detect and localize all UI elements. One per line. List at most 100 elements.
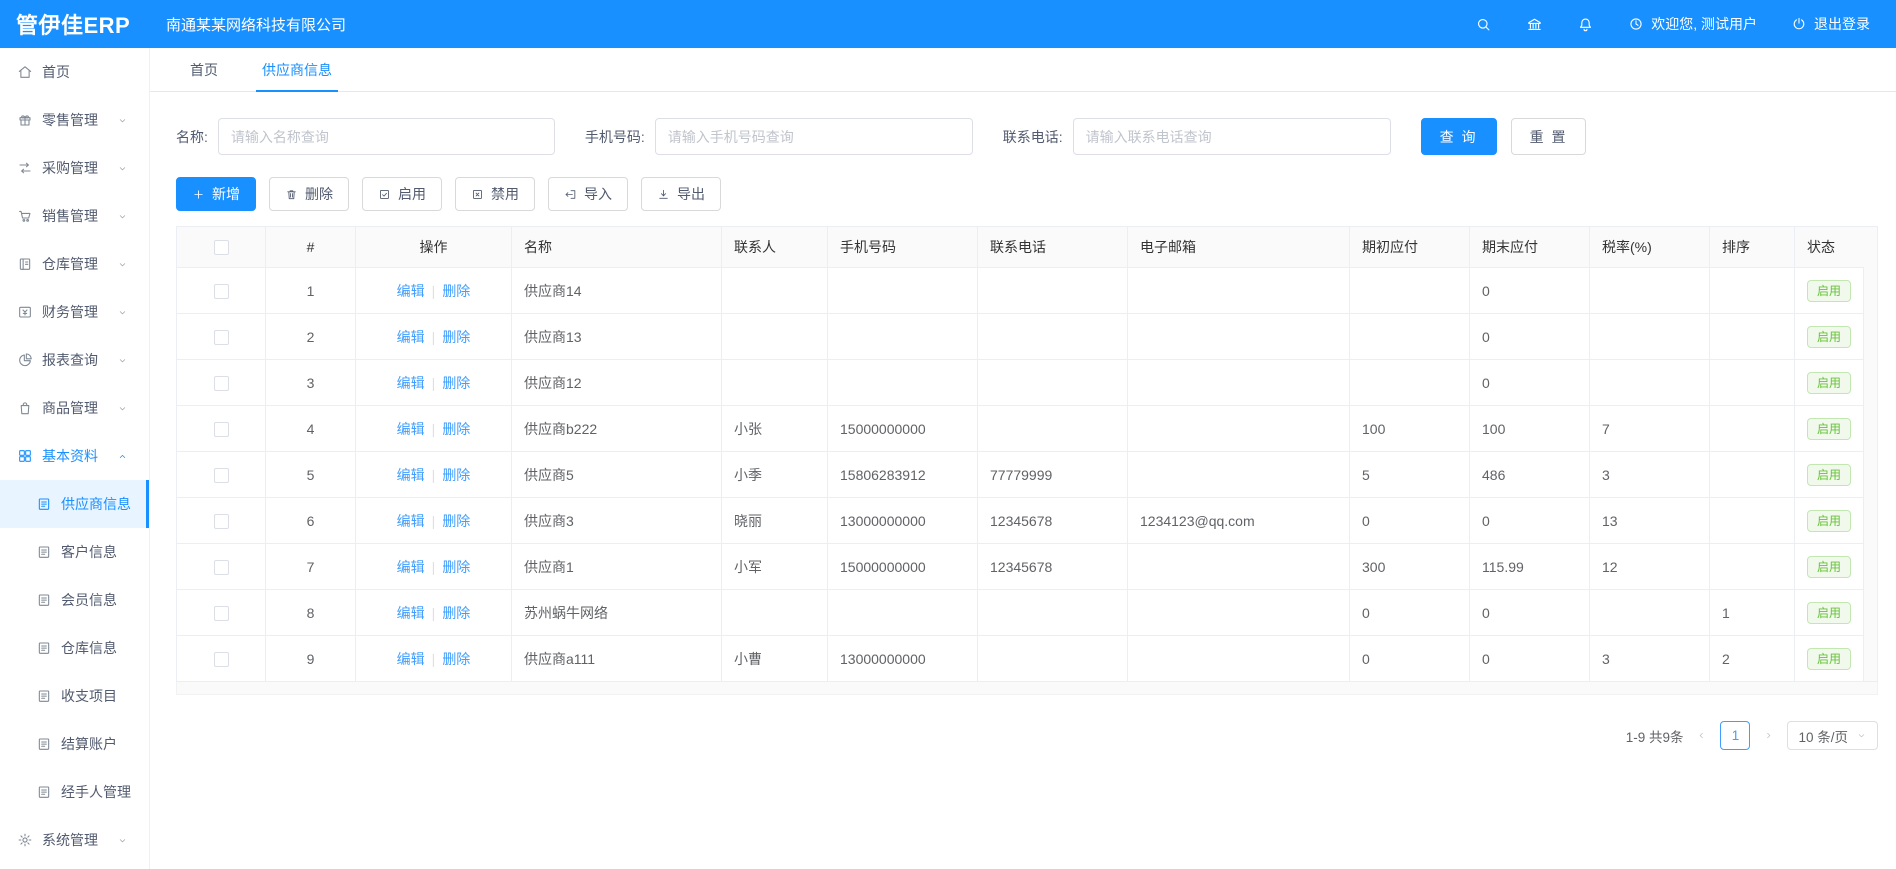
delete-link[interactable]: 删除 <box>442 421 470 437</box>
sidebar-item-3[interactable]: 销售管理 <box>0 192 149 240</box>
edit-link[interactable]: 编辑 <box>397 559 425 575</box>
row-checkbox[interactable] <box>214 330 229 345</box>
row-checkbox[interactable] <box>214 284 229 299</box>
edit-link[interactable]: 编辑 <box>397 329 425 345</box>
status-badge[interactable]: 启用 <box>1807 464 1851 486</box>
main-area: 首页供应商信息 名称:手机号码:联系电话:查 询重 置 新增删除启用禁用导入导出… <box>150 48 1896 869</box>
query-button[interactable]: 查 询 <box>1421 118 1497 155</box>
app-logo[interactable]: 管伊佳ERP <box>0 8 150 40</box>
status-badge[interactable]: 启用 <box>1807 602 1851 624</box>
logout-button[interactable]: 退出登录 <box>1791 14 1870 34</box>
delete-link[interactable]: 删除 <box>442 283 470 299</box>
search-input-0[interactable] <box>218 118 555 155</box>
sidebar-item-6[interactable]: 报表查询 <box>0 336 149 384</box>
row-checkbox[interactable] <box>214 376 229 391</box>
page-size-select[interactable]: 10 条/页 <box>1787 721 1878 750</box>
status-badge[interactable]: 启用 <box>1807 648 1851 670</box>
toolbar-button-label: 导出 <box>677 184 705 204</box>
cell-tel: 77779999 <box>978 452 1128 498</box>
edit-link[interactable]: 编辑 <box>397 421 425 437</box>
chevron-down-icon <box>117 211 128 222</box>
sidebar-item-2[interactable]: 采购管理 <box>0 144 149 192</box>
reset-button[interactable]: 重 置 <box>1511 118 1587 155</box>
edit-link[interactable]: 编辑 <box>397 467 425 483</box>
current-page-button[interactable]: 1 <box>1720 721 1750 750</box>
delete-link[interactable]: 删除 <box>442 329 470 345</box>
bank-icon[interactable] <box>1526 16 1543 33</box>
check-square-button[interactable]: 启用 <box>362 177 442 211</box>
search-icon[interactable] <box>1475 16 1492 33</box>
row-actions: 编辑|删除 <box>356 498 512 544</box>
row-checkbox[interactable] <box>214 422 229 437</box>
status-badge[interactable]: 启用 <box>1807 326 1851 348</box>
sidebar-item-11[interactable]: 会员信息 <box>0 576 149 624</box>
cell-email <box>1128 544 1350 590</box>
row-checkbox[interactable] <box>214 514 229 529</box>
sidebar-item-label: 系统管理 <box>42 830 98 850</box>
edit-link[interactable]: 编辑 <box>397 375 425 391</box>
welcome-text: 欢迎您, 测试用户 <box>1651 14 1757 34</box>
x-square-button[interactable]: 禁用 <box>455 177 535 211</box>
import-button[interactable]: 导入 <box>548 177 628 211</box>
sidebar-item-8[interactable]: 基本资料 <box>0 432 149 480</box>
sidebar-item-1[interactable]: 零售管理 <box>0 96 149 144</box>
trash-button[interactable]: 删除 <box>269 177 349 211</box>
vertical-scrollbar[interactable] <box>1863 267 1877 681</box>
sidebar-item-15[interactable]: 经手人管理 <box>0 768 149 816</box>
status-badge[interactable]: 启用 <box>1807 556 1851 578</box>
goods-icon <box>17 400 33 416</box>
sidebar-item-5[interactable]: 财务管理 <box>0 288 149 336</box>
export-button[interactable]: 导出 <box>641 177 721 211</box>
sidebar-item-14[interactable]: 结算账户 <box>0 720 149 768</box>
cell-email: 1234123@qq.com <box>1128 498 1350 544</box>
sidebar-item-0[interactable]: 首页 <box>0 48 149 96</box>
edit-link[interactable]: 编辑 <box>397 651 425 667</box>
delete-link[interactable]: 删除 <box>442 651 470 667</box>
search-field-label: 名称: <box>176 127 208 147</box>
cell-phone <box>828 590 978 636</box>
sidebar-item-12[interactable]: 仓库信息 <box>0 624 149 672</box>
delete-link[interactable]: 删除 <box>442 605 470 621</box>
row-checkbox[interactable] <box>214 468 229 483</box>
sidebar-item-9[interactable]: 供应商信息 <box>0 480 149 528</box>
column-header: 电子邮箱 <box>1128 227 1350 268</box>
status-badge[interactable]: 启用 <box>1807 372 1851 394</box>
chevron-down-icon <box>117 403 128 414</box>
sidebar-item-10[interactable]: 客户信息 <box>0 528 149 576</box>
prev-page-button[interactable] <box>1696 730 1707 741</box>
doc-icon <box>36 496 52 512</box>
plus-button[interactable]: 新增 <box>176 177 256 211</box>
welcome-user[interactable]: 欢迎您, 测试用户 <box>1628 14 1757 34</box>
supplier-table: #操作名称联系人手机号码联系电话电子邮箱期初应付期末应付税率(%)排序状态 1编… <box>176 226 1878 682</box>
select-all-checkbox[interactable] <box>214 240 229 255</box>
row-checkbox[interactable] <box>214 560 229 575</box>
horizontal-scrollbar[interactable] <box>176 682 1878 695</box>
delete-link[interactable]: 删除 <box>442 559 470 575</box>
edit-link[interactable]: 编辑 <box>397 605 425 621</box>
cell-tel: 12345678 <box>978 498 1128 544</box>
status-badge[interactable]: 启用 <box>1807 280 1851 302</box>
delete-link[interactable]: 删除 <box>442 375 470 391</box>
tab-1[interactable]: 供应商信息 <box>262 48 332 91</box>
sidebar-item-4[interactable]: 仓库管理 <box>0 240 149 288</box>
search-input-1[interactable] <box>655 118 973 155</box>
edit-link[interactable]: 编辑 <box>397 283 425 299</box>
status-badge[interactable]: 启用 <box>1807 418 1851 440</box>
sidebar-item-16[interactable]: 系统管理 <box>0 816 149 864</box>
cell-tel <box>978 360 1128 406</box>
cell-phone: 15000000000 <box>828 544 978 590</box>
row-checkbox[interactable] <box>214 652 229 667</box>
delete-link[interactable]: 删除 <box>442 513 470 529</box>
delete-link[interactable]: 删除 <box>442 467 470 483</box>
edit-link[interactable]: 编辑 <box>397 513 425 529</box>
status-badge[interactable]: 启用 <box>1807 510 1851 532</box>
search-input-2[interactable] <box>1073 118 1391 155</box>
column-header: 期末应付 <box>1470 227 1590 268</box>
tab-0[interactable]: 首页 <box>190 48 218 91</box>
search-field-label: 联系电话: <box>1003 127 1063 147</box>
sidebar-item-13[interactable]: 收支项目 <box>0 672 149 720</box>
row-checkbox[interactable] <box>214 606 229 621</box>
sidebar-item-7[interactable]: 商品管理 <box>0 384 149 432</box>
bell-icon[interactable] <box>1577 16 1594 33</box>
next-page-button[interactable] <box>1763 730 1774 741</box>
